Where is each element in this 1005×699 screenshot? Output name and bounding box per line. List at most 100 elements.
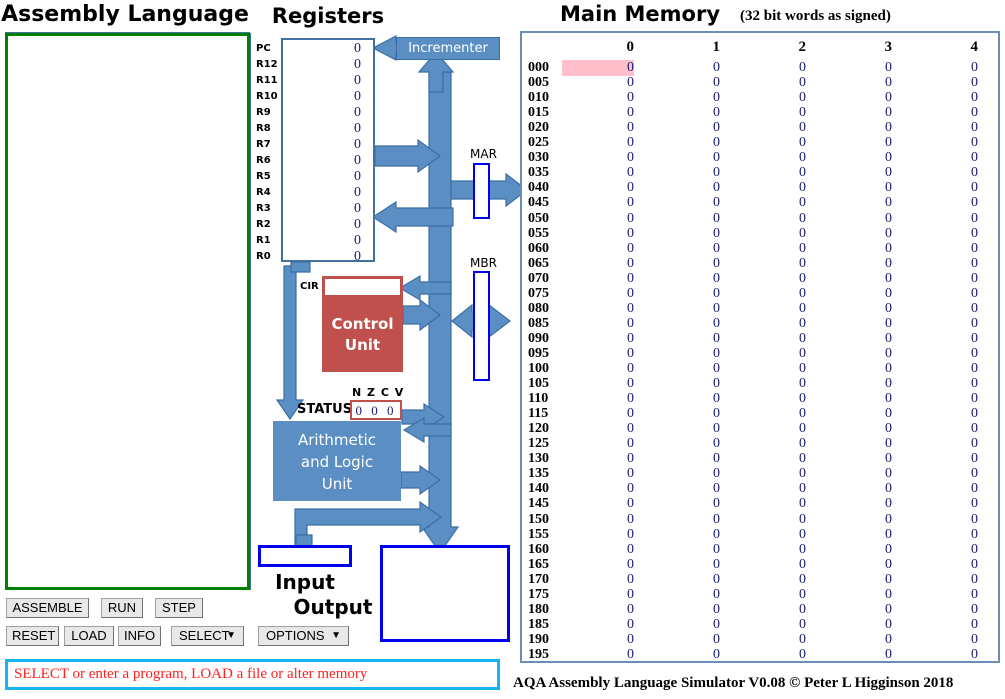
memory-cell[interactable]: 0 bbox=[562, 617, 634, 633]
memory-cell[interactable]: 0 bbox=[906, 391, 978, 407]
memory-cell[interactable]: 0 bbox=[906, 466, 978, 482]
memory-cell[interactable]: 0 bbox=[648, 587, 720, 603]
memory-cell[interactable]: 0 bbox=[734, 135, 806, 151]
memory-cell[interactable]: 0 bbox=[734, 542, 806, 558]
memory-cell[interactable]: 0 bbox=[648, 602, 720, 618]
memory-cell[interactable]: 0 bbox=[820, 180, 892, 196]
memory-cell[interactable]: 0 bbox=[734, 421, 806, 437]
memory-cell[interactable]: 0 bbox=[820, 120, 892, 136]
memory-cell[interactable]: 0 bbox=[906, 165, 978, 181]
memory-cell[interactable]: 0 bbox=[906, 542, 978, 558]
memory-cell[interactable]: 0 bbox=[562, 557, 634, 573]
memory-cell[interactable]: 0 bbox=[562, 180, 634, 196]
memory-cell[interactable]: 0 bbox=[562, 587, 634, 603]
memory-cell[interactable]: 0 bbox=[734, 286, 806, 302]
memory-cell[interactable]: 0 bbox=[648, 75, 720, 91]
memory-cell[interactable]: 0 bbox=[648, 542, 720, 558]
memory-cell[interactable]: 0 bbox=[906, 180, 978, 196]
mar-register-box[interactable] bbox=[473, 163, 490, 219]
memory-cell[interactable]: 0 bbox=[906, 105, 978, 121]
memory-cell[interactable]: 0 bbox=[820, 226, 892, 242]
memory-cell[interactable]: 0 bbox=[562, 496, 634, 512]
memory-cell[interactable]: 0 bbox=[648, 376, 720, 392]
memory-cell[interactable]: 0 bbox=[820, 391, 892, 407]
input-field[interactable] bbox=[258, 545, 352, 567]
register-value-r8[interactable]: 0 bbox=[281, 121, 375, 137]
memory-cell[interactable]: 0 bbox=[906, 90, 978, 106]
memory-cell[interactable]: 0 bbox=[906, 241, 978, 257]
memory-cell[interactable]: 0 bbox=[562, 211, 634, 227]
memory-cell[interactable]: 0 bbox=[562, 150, 634, 166]
memory-cell[interactable]: 0 bbox=[906, 316, 978, 332]
memory-cell[interactable]: 0 bbox=[906, 527, 978, 543]
memory-cell[interactable]: 0 bbox=[906, 617, 978, 633]
memory-cell[interactable]: 0 bbox=[562, 346, 634, 362]
memory-cell[interactable]: 0 bbox=[906, 331, 978, 347]
memory-cell[interactable]: 0 bbox=[820, 105, 892, 121]
memory-cell[interactable]: 0 bbox=[734, 195, 806, 211]
memory-cell[interactable]: 0 bbox=[906, 481, 978, 497]
memory-cell[interactable]: 0 bbox=[820, 195, 892, 211]
memory-cell[interactable]: 0 bbox=[906, 150, 978, 166]
memory-cell[interactable]: 0 bbox=[648, 361, 720, 377]
memory-cell[interactable]: 0 bbox=[820, 451, 892, 467]
memory-cell[interactable]: 0 bbox=[906, 421, 978, 437]
memory-cell[interactable]: 0 bbox=[648, 90, 720, 106]
memory-cell[interactable]: 0 bbox=[648, 256, 720, 272]
memory-cell[interactable]: 0 bbox=[906, 572, 978, 588]
select-dropdown[interactable]: SELECT ▼ bbox=[171, 626, 244, 646]
load-button[interactable]: LOAD bbox=[64, 626, 114, 646]
memory-cell[interactable]: 0 bbox=[906, 271, 978, 287]
memory-cell[interactable]: 0 bbox=[648, 481, 720, 497]
memory-cell[interactable]: 0 bbox=[648, 105, 720, 121]
memory-cell[interactable]: 0 bbox=[648, 120, 720, 136]
memory-cell[interactable]: 0 bbox=[820, 271, 892, 287]
memory-cell[interactable]: 0 bbox=[562, 226, 634, 242]
memory-cell[interactable]: 0 bbox=[648, 466, 720, 482]
memory-cell[interactable]: 0 bbox=[906, 512, 978, 528]
memory-cell[interactable]: 0 bbox=[734, 150, 806, 166]
memory-cell[interactable]: 0 bbox=[648, 271, 720, 287]
memory-cell[interactable]: 0 bbox=[906, 286, 978, 302]
options-dropdown[interactable]: OPTIONS ▼ bbox=[258, 626, 349, 646]
memory-cell[interactable]: 0 bbox=[820, 436, 892, 452]
memory-cell[interactable]: 0 bbox=[562, 451, 634, 467]
memory-cell[interactable]: 0 bbox=[820, 512, 892, 528]
assembly-source-textarea[interactable] bbox=[5, 33, 250, 590]
memory-cell[interactable]: 0 bbox=[906, 376, 978, 392]
status-register-value[interactable]: 0 0 0 0 bbox=[350, 400, 402, 435]
memory-cell[interactable]: 0 bbox=[648, 211, 720, 227]
memory-cell[interactable]: 0 bbox=[734, 256, 806, 272]
memory-cell[interactable]: 0 bbox=[906, 211, 978, 227]
memory-cell[interactable]: 0 bbox=[648, 617, 720, 633]
assemble-button[interactable]: ASSEMBLE bbox=[6, 598, 89, 618]
memory-cell[interactable]: 0 bbox=[562, 301, 634, 317]
memory-cell[interactable]: 0 bbox=[562, 436, 634, 452]
memory-cell[interactable]: 0 bbox=[734, 617, 806, 633]
memory-cell[interactable]: 0 bbox=[648, 512, 720, 528]
memory-cell[interactable]: 0 bbox=[906, 557, 978, 573]
memory-cell[interactable]: 0 bbox=[734, 241, 806, 257]
memory-cell[interactable]: 0 bbox=[734, 105, 806, 121]
memory-cell[interactable]: 0 bbox=[734, 75, 806, 91]
memory-cell[interactable]: 0 bbox=[562, 75, 634, 91]
memory-cell[interactable]: 0 bbox=[820, 316, 892, 332]
memory-cell[interactable]: 0 bbox=[648, 436, 720, 452]
memory-cell[interactable]: 0 bbox=[906, 301, 978, 317]
memory-cell[interactable]: 0 bbox=[562, 376, 634, 392]
memory-cell[interactable]: 0 bbox=[562, 406, 634, 422]
memory-cell[interactable]: 0 bbox=[820, 572, 892, 588]
memory-cell[interactable]: 0 bbox=[562, 271, 634, 287]
memory-cell[interactable]: 0 bbox=[734, 632, 806, 648]
register-value-r1[interactable]: 0 bbox=[281, 233, 375, 249]
memory-cell[interactable]: 0 bbox=[820, 331, 892, 347]
memory-cell[interactable]: 0 bbox=[562, 331, 634, 347]
memory-cell[interactable]: 0 bbox=[820, 256, 892, 272]
memory-cell[interactable]: 0 bbox=[648, 346, 720, 362]
memory-row[interactable]: 195 0 0 0 0 0 bbox=[522, 647, 1002, 666]
memory-cell[interactable]: 0 bbox=[734, 466, 806, 482]
memory-cell[interactable]: 0 bbox=[562, 90, 634, 106]
memory-cell[interactable]: 0 bbox=[734, 602, 806, 618]
memory-cell[interactable]: 0 bbox=[820, 406, 892, 422]
memory-cell[interactable]: 0 bbox=[648, 135, 720, 151]
